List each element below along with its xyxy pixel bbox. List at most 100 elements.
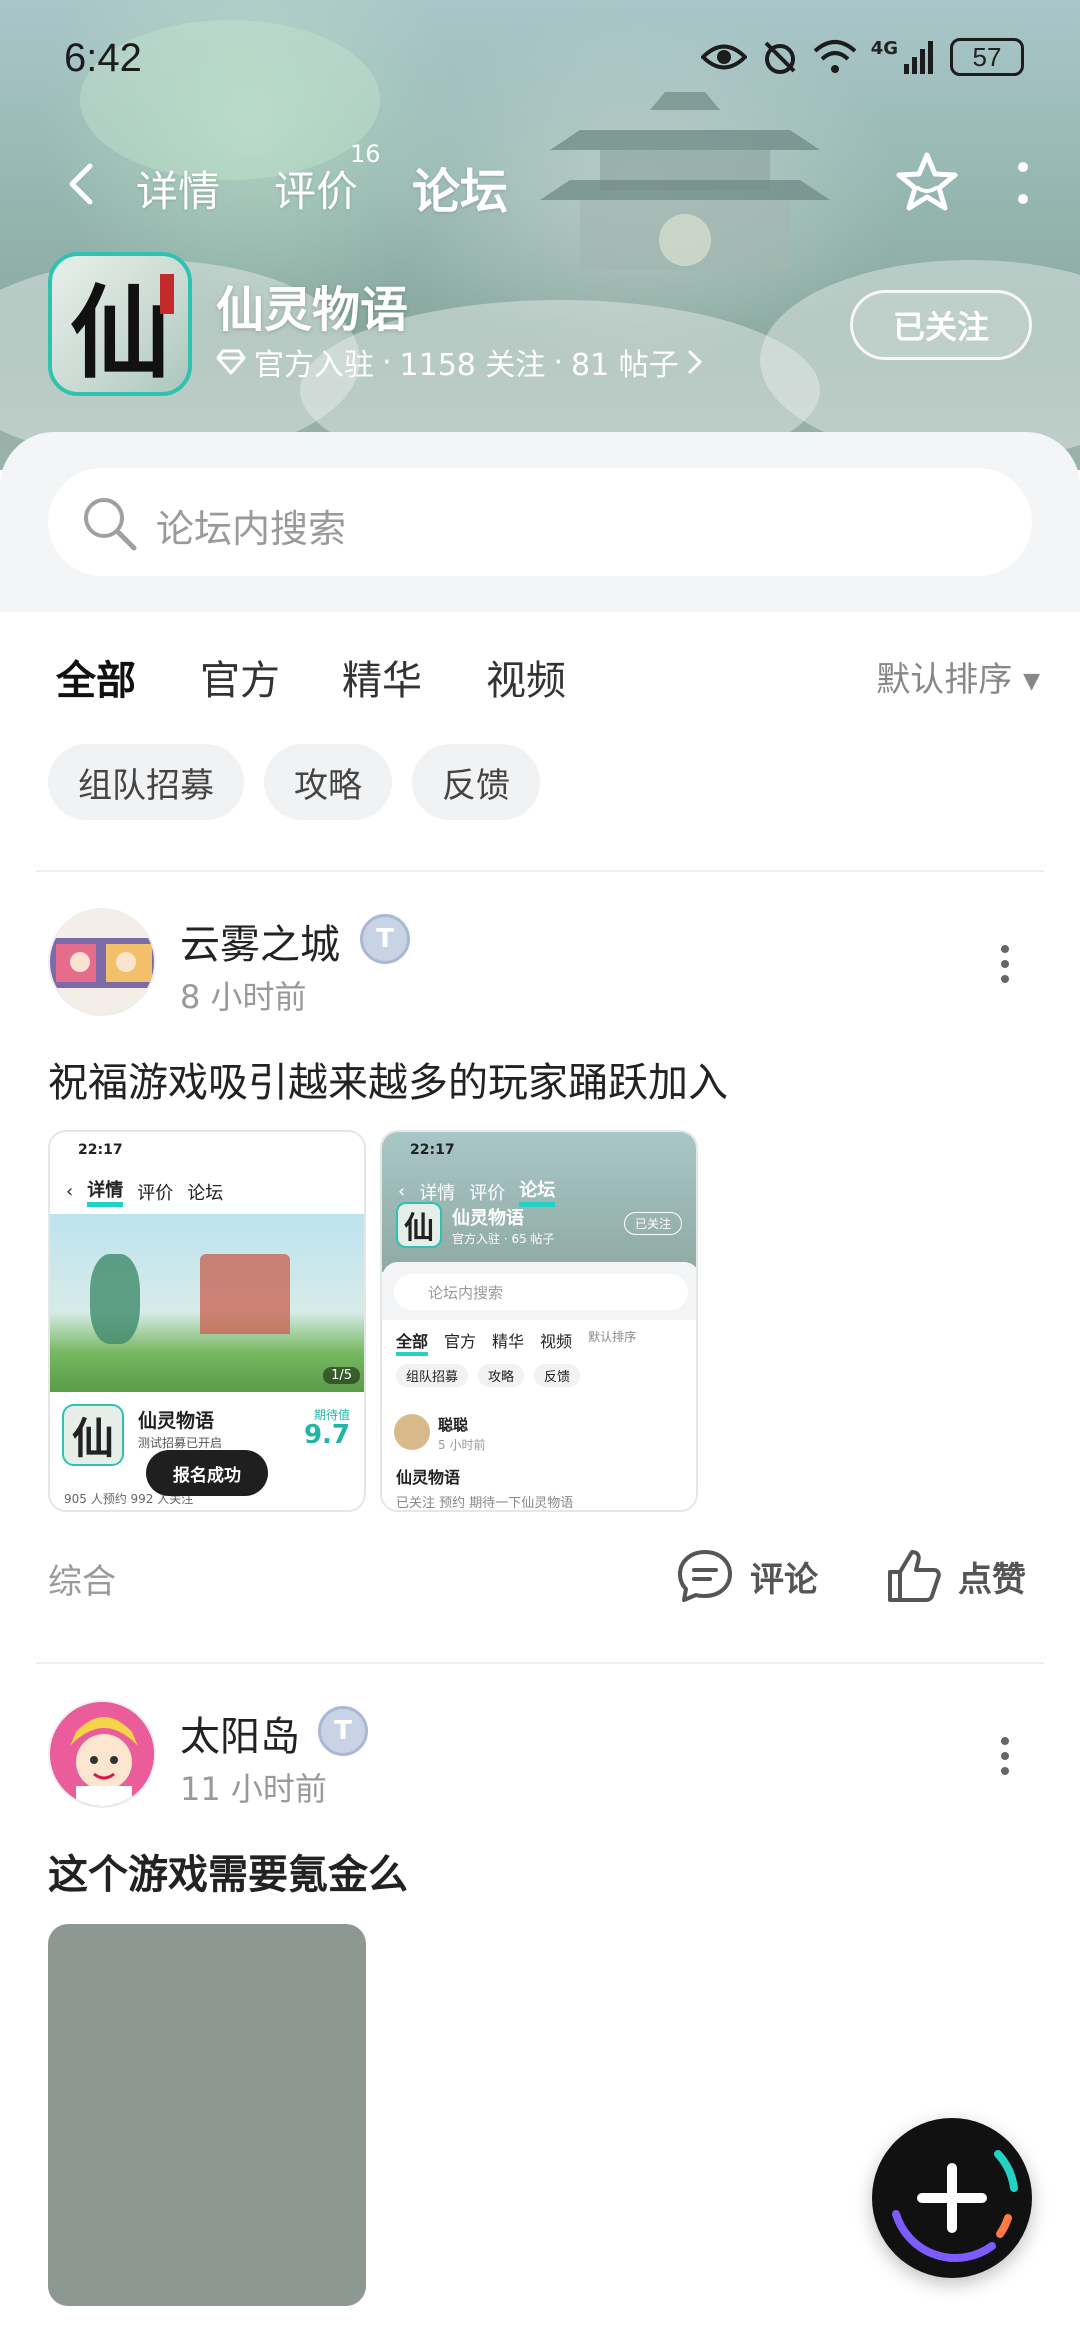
post-author-name[interactable]: 云雾之城: [180, 912, 340, 970]
post-image-2[interactable]: 22:17 ‹ 详情 评价 论坛 仙 仙灵物语 官方入驻 · 65 帖子 已关注…: [380, 1130, 698, 1512]
mini-chips: 组队招募 攻略 反馈: [396, 1364, 581, 1387]
signal-icon: [904, 41, 933, 74]
reviews-count-badge: 16: [350, 140, 381, 168]
status-time: 6:42: [64, 36, 142, 80]
post-text[interactable]: 祝福游戏吸引越来越多的玩家踊跃加入: [48, 1050, 728, 1108]
mini-status-time: 22:17: [410, 1142, 455, 1158]
tag-chips: 组队招募 攻略 反馈: [48, 744, 540, 820]
mini-back-icon: ‹: [398, 1181, 406, 1202]
follow-button[interactable]: 已关注: [850, 290, 1032, 360]
app-meta[interactable]: 官方入驻 · 1158 关注 · 81 帖子: [216, 340, 703, 384]
mini-search: 论坛内搜索: [394, 1274, 688, 1310]
mini-app-meta: 官方入驻 · 65 帖子: [452, 1232, 555, 1246]
filter-tab-official[interactable]: 官方: [200, 648, 280, 706]
mini-user-time: 5 小时前: [438, 1438, 486, 1452]
like-button[interactable]: 点赞: [886, 1548, 1026, 1604]
eye-icon: [700, 44, 747, 70]
post-time: 11 小时前: [180, 1770, 327, 1808]
mini-score: 9.7: [303, 1420, 350, 1450]
filter-tab-all[interactable]: 全部: [56, 648, 136, 706]
app-name: 仙灵物语: [216, 282, 409, 338]
network-type: 4G: [870, 38, 898, 59]
diamond-icon: [216, 349, 246, 375]
mini-user: 聪聪: [438, 1416, 469, 1434]
divider: [36, 1662, 1044, 1664]
level-badge-icon: T: [360, 914, 410, 964]
chip-feedback[interactable]: 反馈: [412, 744, 540, 820]
mini-filter-tabs: 全部 官方 精华 视频 默认排序: [396, 1328, 636, 1356]
wifi-icon: [813, 40, 857, 73]
tab-details[interactable]: 详情: [136, 158, 220, 219]
post-author-avatar[interactable]: [48, 908, 156, 1016]
mini-tab: 详情: [419, 1182, 456, 1204]
post-actions: 综合 评论 点赞: [0, 1538, 1080, 1618]
battery-icon: 57: [950, 38, 1024, 76]
avatar-image: [50, 1702, 154, 1806]
favorite-star-icon[interactable]: [894, 150, 960, 216]
mini-tab: 论坛: [187, 1182, 224, 1204]
mini-app-name: 仙灵物语: [452, 1208, 524, 1229]
create-post-button[interactable]: [872, 2118, 1032, 2278]
level-badge-icon: T: [318, 1706, 368, 1756]
more-options-icon[interactable]: [1016, 160, 1030, 206]
mini-banner-counter: 1/5: [323, 1367, 360, 1384]
caret-down-icon: ▼: [1023, 669, 1040, 694]
mini-app-name: 仙灵物语: [138, 1410, 215, 1432]
mini-user-avatar: [394, 1414, 430, 1450]
post-more-icon[interactable]: [1000, 1736, 1010, 1776]
like-label: 点赞: [958, 1559, 1026, 1600]
post-category[interactable]: 综合: [48, 1554, 116, 1603]
chip-guide[interactable]: 攻略: [264, 744, 392, 820]
mini-toast: 报名成功: [146, 1450, 268, 1496]
alarm-off-icon: [764, 41, 796, 74]
divider: [36, 870, 1044, 872]
post-image-1[interactable]: 22:17 ‹ 详情 评价 论坛 1/5 仙 仙灵物语 测试招募已开启 期待值 …: [48, 1130, 366, 1512]
avatar-image: [50, 938, 154, 988]
mini-post-title: 仙灵物语: [396, 1468, 461, 1487]
app-icon[interactable]: 仙: [48, 252, 192, 396]
mini-app-icon: 仙: [62, 1404, 124, 1466]
top-nav: 详情 评价 16 论坛: [0, 140, 1080, 230]
mini-follow: 已关注: [623, 1212, 682, 1235]
search-icon: [84, 498, 137, 551]
mini-back-icon: ‹: [66, 1181, 74, 1202]
chevron-right-icon: [688, 350, 702, 374]
mini-banner: 1/5: [50, 1214, 364, 1392]
mini-nav: ‹ 详情 评价 论坛: [66, 1176, 223, 1207]
mini-tab: 详情: [87, 1176, 124, 1207]
mini-tab: 论坛: [519, 1176, 556, 1207]
official-label: 官方入驻: [254, 348, 374, 383]
filter-tab-video[interactable]: 视频: [486, 648, 566, 706]
mini-tab: 评价: [469, 1182, 506, 1204]
status-bar: 6:42 4G 57: [0, 30, 1080, 90]
sort-dropdown[interactable]: 默认排序 ▼: [876, 652, 1040, 701]
post-author-avatar[interactable]: [48, 1700, 156, 1808]
sort-label: 默认排序: [876, 660, 1013, 700]
chip-team-recruit[interactable]: 组队招募: [48, 744, 244, 820]
filter-tab-featured[interactable]: 精华: [342, 648, 422, 706]
post-author-name[interactable]: 太阳岛: [180, 1704, 300, 1762]
comment-button[interactable]: 评论: [676, 1548, 818, 1604]
posts-count: 81 帖子: [570, 348, 679, 383]
app-icon-seal: [160, 274, 174, 314]
plus-icon: [892, 2150, 1018, 2262]
back-icon[interactable]: [60, 162, 104, 206]
forum-search-input[interactable]: 论坛内搜索: [48, 468, 1032, 576]
mini-app-sub: 测试招募已开启: [138, 1436, 223, 1450]
comment-label: 评论: [750, 1559, 818, 1600]
post-time: 8 小时前: [180, 978, 307, 1016]
comment-icon: [678, 1550, 732, 1602]
filter-tabs: 全部 官方 精华 视频 默认排序 ▼: [0, 612, 1080, 732]
followers-count: 1158 关注: [399, 348, 546, 383]
mini-tab: 评价: [137, 1182, 174, 1204]
mini-app-icon: 仙: [396, 1202, 442, 1248]
thumbs-up-icon: [888, 1550, 941, 1602]
post-image-placeholder[interactable]: [48, 1924, 366, 2306]
post-more-icon[interactable]: [1000, 944, 1010, 984]
search-placeholder: 论坛内搜索: [156, 507, 347, 551]
mini-status-time: 22:17: [78, 1142, 123, 1158]
post-text[interactable]: 这个游戏需要氪金么: [48, 1842, 408, 1900]
tab-reviews[interactable]: 评价: [274, 158, 358, 219]
tab-forum[interactable]: 论坛: [409, 152, 511, 222]
mini-post-line: 已关注 预约 期待一下仙灵物语: [396, 1496, 574, 1511]
